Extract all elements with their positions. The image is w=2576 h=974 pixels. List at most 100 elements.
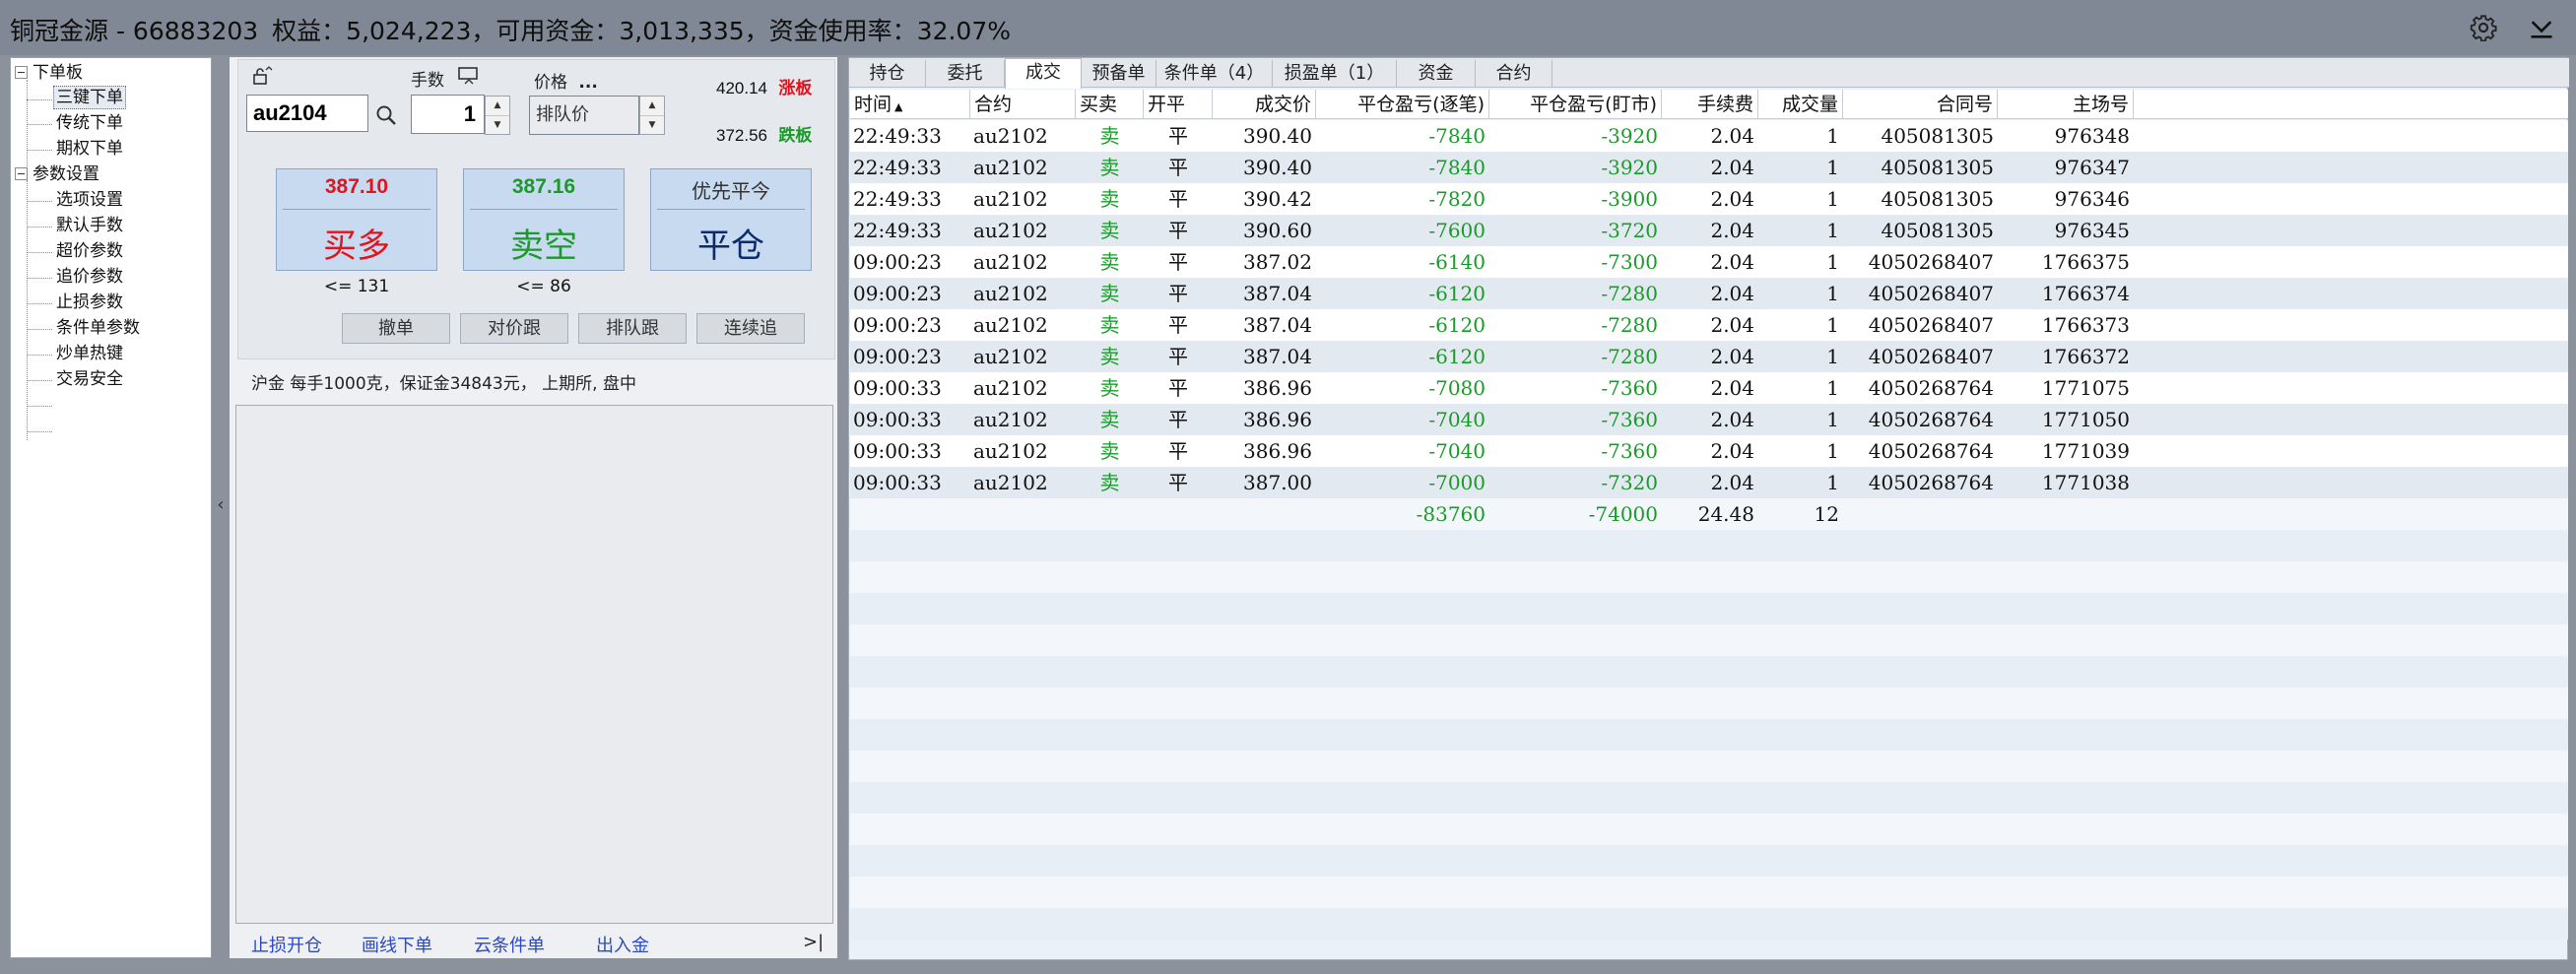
search-icon[interactable] bbox=[374, 103, 398, 131]
collapse-left-icon[interactable]: ‹ bbox=[214, 492, 228, 518]
collapse-toggle-icon[interactable] bbox=[15, 167, 28, 180]
table-row[interactable]: 22:49:33 au2102 卖 平 390.60 -7600 -3720 2.04 1 405… bbox=[850, 215, 2568, 246]
price-type-stepper[interactable]: ▲ ▼ bbox=[639, 96, 665, 135]
cell-volume: 1 bbox=[1826, 124, 1839, 148]
cell-trade-price: 390.60 bbox=[1243, 219, 1312, 242]
cell-trade-price: 387.04 bbox=[1243, 282, 1312, 305]
cell-pnl-per-trade: -6120 bbox=[1428, 313, 1486, 337]
price-type-select[interactable]: 排队价 bbox=[529, 96, 639, 135]
minimize-chevron-icon[interactable] bbox=[2526, 12, 2557, 43]
sell-short-button[interactable]: 387.16 卖空 bbox=[463, 168, 625, 271]
cell-volume: 1 bbox=[1826, 313, 1839, 337]
account-name: 铜冠金源 - 66883203 bbox=[10, 17, 259, 45]
column-header-volume[interactable]: 成交量 bbox=[1758, 90, 1843, 119]
draw-line-order-link[interactable]: 画线下单 bbox=[362, 932, 432, 957]
column-header-exchange-no[interactable]: 主场号 bbox=[1998, 90, 2134, 119]
column-header-contract[interactable]: 合约 bbox=[970, 90, 1076, 119]
cell-pnl-per-trade: -6120 bbox=[1428, 345, 1486, 368]
table-row[interactable]: 22:49:33 au2102 卖 平 390.42 -7820 -3900 2.04 1 405… bbox=[850, 183, 2568, 215]
stepper-down-icon[interactable]: ▼ bbox=[640, 116, 664, 135]
tab-prepared-orders[interactable]: 预备单 bbox=[1082, 60, 1156, 88]
tree-item-stop-loss-params[interactable]: 止损参数 bbox=[56, 291, 123, 314]
tab-funds[interactable]: 资金 bbox=[1397, 60, 1476, 88]
column-header-trade-price[interactable]: 成交价 bbox=[1213, 90, 1316, 119]
column-header-pnl-per-trade[interactable]: 平仓盈亏(逐笔) bbox=[1316, 90, 1489, 119]
tab-trades[interactable]: 成交 bbox=[1005, 58, 1082, 89]
cell-pnl-per-trade: -7840 bbox=[1428, 156, 1486, 179]
table-row[interactable]: 09:00:33 au2102 卖 平 386.96 -7040 -7360 2.04 1 405… bbox=[850, 435, 2568, 467]
cell-exchange-no: 1766374 bbox=[2041, 282, 2130, 305]
tab-positions[interactable]: 持仓 bbox=[849, 60, 926, 88]
stop-loss-open-link[interactable]: 止损开仓 bbox=[251, 932, 322, 957]
collapse-toggle-icon[interactable] bbox=[15, 66, 28, 79]
cell-trade-price: 387.02 bbox=[1243, 250, 1312, 274]
table-row[interactable]: 09:00:23 au2102 卖 平 387.04 -6120 -7280 2.04 1 405… bbox=[850, 278, 2568, 309]
total-pnl-per-trade: -83760 bbox=[1416, 502, 1486, 526]
cell-trade-price: 386.96 bbox=[1243, 408, 1312, 431]
cell-pnl-per-trade: -6140 bbox=[1428, 250, 1486, 274]
cell-pnl-per-trade: -7840 bbox=[1428, 124, 1486, 148]
cell-time: 09:00:33 bbox=[853, 376, 942, 400]
tree-item-conditional-order-params[interactable]: 条件单参数 bbox=[56, 316, 140, 340]
tree-item-default-lots[interactable]: 默认手数 bbox=[56, 214, 123, 237]
tab-orders[interactable]: 委托 bbox=[926, 60, 1005, 88]
cell-contract-no: 4050268764 bbox=[1868, 376, 1994, 400]
counter-price-follow-button[interactable]: 对价跟 bbox=[460, 313, 568, 344]
table-row[interactable]: 22:49:33 au2102 卖 平 390.40 -7840 -3920 2.04 1 405… bbox=[850, 120, 2568, 152]
continuous-chase-button[interactable]: 连续追 bbox=[696, 313, 805, 344]
tab-conditional-orders[interactable]: 条件单（4） bbox=[1156, 60, 1273, 88]
symbol-input[interactable] bbox=[246, 95, 368, 132]
empty-row bbox=[850, 750, 2568, 782]
tree-item-chase-price-params[interactable]: 追价参数 bbox=[56, 265, 123, 289]
column-header-open-close[interactable]: 开平 bbox=[1144, 90, 1213, 119]
cell-side: 卖 bbox=[1099, 282, 1120, 305]
cell-pnl-mark-to-market: -7300 bbox=[1601, 250, 1658, 274]
close-position-button[interactable]: 优先平今 平仓 bbox=[650, 168, 812, 271]
tree-item-trading-security[interactable]: 交易安全 bbox=[56, 367, 123, 391]
column-header-side[interactable]: 买卖 bbox=[1076, 90, 1144, 119]
table-row[interactable]: 22:49:33 au2102 卖 平 390.40 -7840 -3920 2.04 1 405… bbox=[850, 152, 2568, 183]
tree-item-option-order[interactable]: 期权下单 bbox=[56, 137, 123, 161]
tree-item-scalping-hotkeys[interactable]: 炒单热键 bbox=[56, 342, 123, 365]
queue-follow-button[interactable]: 排队跟 bbox=[578, 313, 687, 344]
tree-item-traditional-order[interactable]: 传统下单 bbox=[56, 111, 123, 135]
cloud-conditional-order-link[interactable]: 云条件单 bbox=[474, 932, 545, 957]
table-row[interactable]: 09:00:23 au2102 卖 平 387.02 -6140 -7300 2.04 1 405… bbox=[850, 246, 2568, 278]
cell-exchange-no: 976346 bbox=[2054, 187, 2130, 211]
tree-item-option-settings[interactable]: 选项设置 bbox=[56, 188, 123, 212]
deposit-withdraw-link[interactable]: 出入金 bbox=[596, 932, 649, 957]
cancel-order-button[interactable]: 撤单 bbox=[342, 313, 450, 344]
cell-time: 09:00:33 bbox=[853, 439, 942, 463]
tree-item-over-price-params[interactable]: 超价参数 bbox=[56, 239, 123, 263]
table-row[interactable]: 09:00:33 au2102 卖 平 386.96 -7040 -7360 2.04 1 405… bbox=[850, 404, 2568, 435]
tree-node-parameter-settings[interactable]: 参数设置 bbox=[33, 162, 99, 186]
expand-right-icon[interactable]: >| bbox=[803, 932, 824, 952]
stepper-up-icon[interactable]: ▲ bbox=[486, 97, 509, 116]
table-row[interactable]: 09:00:33 au2102 卖 平 387.00 -7000 -7320 2.04 1 405… bbox=[850, 467, 2568, 498]
keyboard-icon[interactable] bbox=[457, 66, 481, 90]
cell-contract-no: 4050268407 bbox=[1868, 250, 1994, 274]
quantity-input[interactable] bbox=[411, 95, 485, 134]
cell-open-close: 平 bbox=[1168, 156, 1188, 179]
column-header-commission[interactable]: 手续费 bbox=[1662, 90, 1758, 119]
stepper-down-icon[interactable]: ▼ bbox=[486, 116, 509, 135]
lock-icon[interactable] bbox=[252, 66, 274, 90]
column-header-time[interactable]: 时间 ▲ bbox=[850, 90, 970, 119]
column-header-contract-no[interactable]: 合同号 bbox=[1843, 90, 1998, 119]
quantity-stepper[interactable]: ▲ ▼ bbox=[485, 96, 510, 135]
available-funds-text: 可用资金：3,013,335， bbox=[495, 17, 769, 45]
table-row[interactable]: 09:00:33 au2102 卖 平 386.96 -7080 -7360 2.04 1 405… bbox=[850, 372, 2568, 404]
cell-open-close: 平 bbox=[1168, 439, 1188, 463]
tree-node-order-board[interactable]: 下单板 bbox=[33, 61, 83, 85]
tree-item-three-key-order[interactable]: 三键下单 bbox=[53, 86, 126, 109]
tab-contracts[interactable]: 合约 bbox=[1476, 60, 1552, 88]
settings-gear-icon[interactable] bbox=[2468, 12, 2499, 43]
cell-time: 22:49:33 bbox=[853, 219, 942, 242]
column-header-pnl-mark-to-market[interactable]: 平仓盈亏(盯市) bbox=[1489, 90, 1662, 119]
table-row[interactable]: 09:00:23 au2102 卖 平 387.04 -6120 -7280 2.04 1 405… bbox=[850, 309, 2568, 341]
table-row[interactable]: 09:00:23 au2102 卖 平 387.04 -6120 -7280 2.04 1 405… bbox=[850, 341, 2568, 372]
stepper-up-icon[interactable]: ▲ bbox=[640, 97, 664, 116]
tab-stop-profit-orders[interactable]: 损盈单（1） bbox=[1273, 60, 1397, 88]
cell-open-close: 平 bbox=[1168, 471, 1188, 494]
buy-long-button[interactable]: 387.10 买多 bbox=[276, 168, 437, 271]
